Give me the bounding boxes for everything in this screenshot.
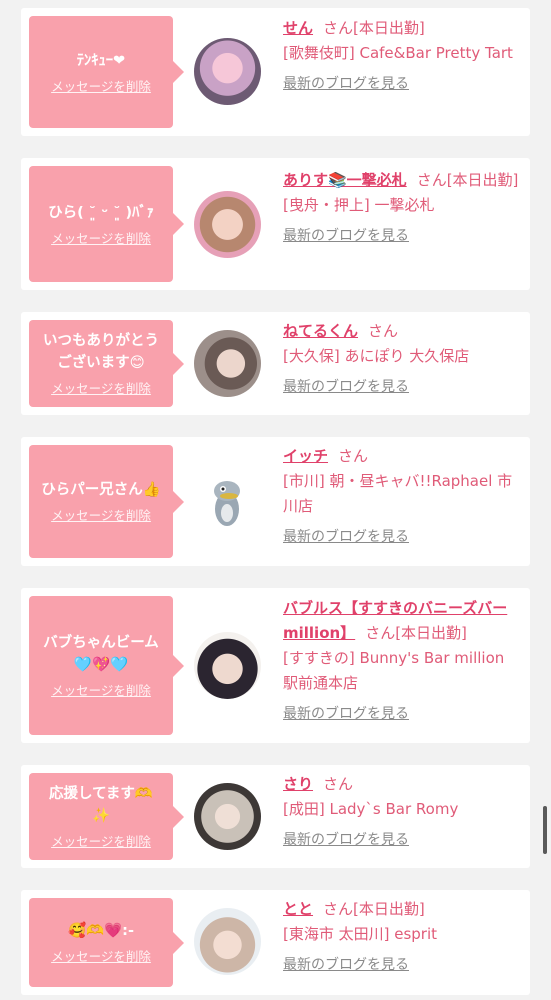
message-text: バブちゃんビーム 🩵💖🩵 xyxy=(43,635,159,673)
profile-name-link[interactable]: ありす📚一撃必札 xyxy=(283,171,407,189)
profile-name-link[interactable]: イッチ xyxy=(283,447,328,465)
attendance-badge: [本日出勤] xyxy=(395,624,467,642)
delete-message-link[interactable]: メッセージを削除 xyxy=(51,831,151,850)
blog-link[interactable]: 最新のブログを見る xyxy=(283,525,523,550)
message-text: ひらパー兄さん👍 xyxy=(41,482,161,498)
profile-info: とと さん[本日出勤] [東海市 太田川] esprit 最新のブログを見る xyxy=(283,897,523,978)
blog-link[interactable]: 最新のブログを見る xyxy=(283,224,523,249)
profile-name-link[interactable]: ねてるくん xyxy=(283,322,358,340)
profile-info: イッチ さん [市川] 朝・昼キャバ!!Raphael 市川店 最新のブログを見る xyxy=(283,444,523,550)
blog-link[interactable]: 最新のブログを見る xyxy=(283,702,523,727)
honorific: さん xyxy=(338,447,369,465)
blog-link[interactable]: 最新のブログを見る xyxy=(283,72,523,97)
message-bubble: バブちゃんビーム 🩵💖🩵 メッセージを削除 xyxy=(29,596,184,735)
follower-card: ﾃﾝｷｭｰ❤ メッセージを削除 せん さん[本日出勤] [歌舞伎町] Cafe&B… xyxy=(21,8,530,136)
attendance-badge: [本日出勤] xyxy=(353,900,425,918)
follower-card: ひら( ˘͈ ᵕ ˘͈ )ﾊﾞｧ メッセージを削除 ありす📚一撃必札 さん[本日出… xyxy=(21,158,530,290)
avatar[interactable] xyxy=(194,908,261,975)
honorific: さん xyxy=(323,775,354,793)
shop-name: [歌舞伎町] Cafe&Bar Pretty Tart xyxy=(283,44,513,62)
delete-message-link[interactable]: メッセージを削除 xyxy=(51,228,151,247)
profile-name-link[interactable]: せん xyxy=(283,19,313,37)
message-bubble: ひら( ˘͈ ᵕ ˘͈ )ﾊﾞｧ メッセージを削除 xyxy=(29,166,184,282)
follower-card: 🥰🫶💗:- メッセージを削除 とと さん[本日出勤] [東海市 太田川] espr… xyxy=(21,890,530,995)
profile-info: ありす📚一撃必札 さん[本日出勤] [曳舟・押上] 一撃必札 最新のブログを見る xyxy=(283,168,523,249)
message-text: 応援してます🫶 ✨ xyxy=(49,786,153,824)
avatar[interactable] xyxy=(194,330,261,397)
message-text: いつもありがとう ございます😊 xyxy=(43,333,159,371)
message-text: ひら( ˘͈ ᵕ ˘͈ )ﾊﾞｧ xyxy=(48,204,154,221)
delete-message-link[interactable]: メッセージを削除 xyxy=(51,76,151,95)
message-text: ﾃﾝｷｭｰ❤ xyxy=(76,52,126,69)
honorific: さん xyxy=(368,322,399,340)
message-bubble: 応援してます🫶 ✨ メッセージを削除 xyxy=(29,773,184,860)
honorific: さん xyxy=(323,900,354,918)
attendance-badge: [本日出勤] xyxy=(353,19,425,37)
avatar[interactable] xyxy=(194,632,261,699)
honorific: さん xyxy=(365,624,396,642)
message-bubble: ひらパー兄さん👍 メッセージを削除 xyxy=(29,445,184,558)
delete-message-link[interactable]: メッセージを削除 xyxy=(51,378,151,397)
avatar[interactable] xyxy=(194,783,261,850)
profile-info: ねてるくん さん [大久保] あにぽり 大久保店 最新のブログを見る xyxy=(283,319,523,400)
profile-info: バブルス【すすきのバニーズバーmillion】 さん[本日出勤] [すすきの] B… xyxy=(283,596,523,727)
follower-card: 応援してます🫶 ✨ メッセージを削除 さり さん [成田] Lady`s Bar … xyxy=(21,765,530,868)
blog-link[interactable]: 最新のブログを見る xyxy=(283,828,523,853)
profile-info: せん さん[本日出勤] [歌舞伎町] Cafe&Bar Pretty Tart 最… xyxy=(283,16,523,97)
shop-name: [すすきの] Bunny's Bar million 駅前通本店 xyxy=(283,649,505,692)
attendance-badge: [本日出勤] xyxy=(446,171,519,189)
shop-name: [曳舟・押上] 一撃必札 xyxy=(283,196,435,214)
mascot-icon xyxy=(214,481,240,526)
delete-message-link[interactable]: メッセージを削除 xyxy=(51,946,151,965)
blog-link[interactable]: 最新のブログを見る xyxy=(283,375,523,400)
profile-info: さり さん [成田] Lady`s Bar Romy 最新のブログを見る xyxy=(283,772,523,853)
delete-message-link[interactable]: メッセージを削除 xyxy=(51,680,151,699)
profile-name-link[interactable]: さり xyxy=(283,775,313,793)
scrollbar[interactable] xyxy=(543,806,547,854)
blog-link[interactable]: 最新のブログを見る xyxy=(283,953,523,978)
honorific: さん xyxy=(323,19,354,37)
honorific: さん xyxy=(416,171,447,189)
avatar[interactable] xyxy=(194,191,261,258)
mascot-avatar[interactable] xyxy=(194,469,261,536)
avatar[interactable] xyxy=(194,38,261,105)
message-bubble: いつもありがとう ございます😊 メッセージを削除 xyxy=(29,320,184,407)
shop-name: [市川] 朝・昼キャバ!!Raphael 市川店 xyxy=(283,472,513,515)
message-bubble: ﾃﾝｷｭｰ❤ メッセージを削除 xyxy=(29,16,184,128)
follower-card: いつもありがとう ございます😊 メッセージを削除 ねてるくん さん [大久保] あ… xyxy=(21,312,530,415)
profile-name-link[interactable]: とと xyxy=(283,900,313,918)
delete-message-link[interactable]: メッセージを削除 xyxy=(51,505,151,524)
follower-card: ひらパー兄さん👍 メッセージを削除 イッチ さん [市川] 朝・昼キャバ!!Rap… xyxy=(21,437,530,566)
message-bubble: 🥰🫶💗:- メッセージを削除 xyxy=(29,898,184,987)
shop-name: [成田] Lady`s Bar Romy xyxy=(283,800,459,818)
message-text: 🥰🫶💗:- xyxy=(68,923,134,939)
follower-card: バブちゃんビーム 🩵💖🩵 メッセージを削除 バブルス【すすきのバニーズバーmil… xyxy=(21,588,530,743)
shop-name: [大久保] あにぽり 大久保店 xyxy=(283,347,470,365)
shop-name: [東海市 太田川] esprit xyxy=(283,925,438,943)
